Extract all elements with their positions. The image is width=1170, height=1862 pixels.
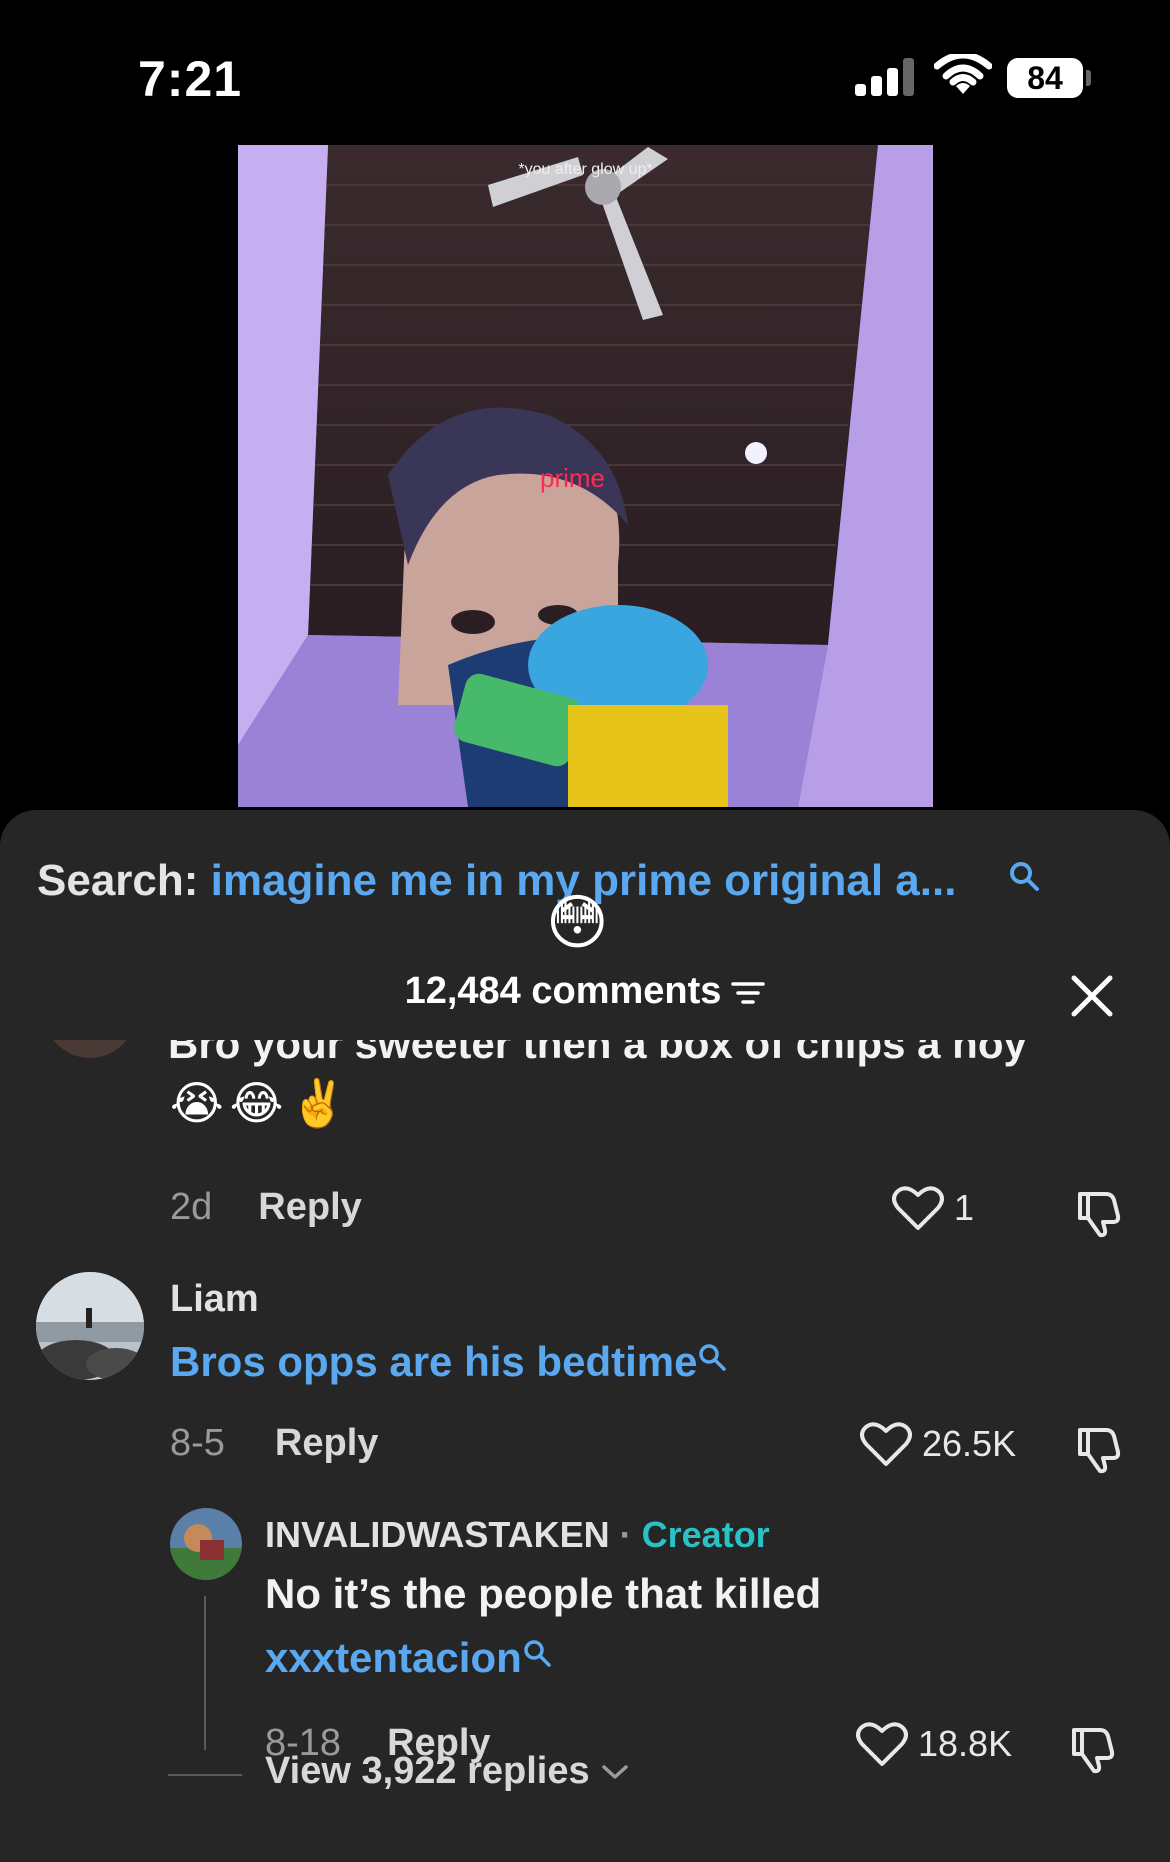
comment-emojis: 😭😂✌️ bbox=[170, 1077, 353, 1129]
heart-icon bbox=[860, 1422, 912, 1466]
comment-meta: 2d Reply bbox=[170, 1186, 362, 1229]
view-replies-label: View 3,922 replies bbox=[265, 1750, 590, 1792]
comment-username-row: INVALIDWASTAKEN · Creator bbox=[265, 1514, 770, 1556]
search-label: Search: bbox=[37, 856, 199, 905]
wifi-icon bbox=[934, 54, 992, 94]
screen: 7:21 84 *you after glow up* prime Search… bbox=[0, 0, 1170, 1862]
battery-icon: 84 bbox=[1007, 58, 1083, 98]
status-bar: 7:21 84 bbox=[0, 0, 1170, 150]
filter-icon[interactable] bbox=[731, 980, 766, 1006]
view-replies-button[interactable]: View 3,922 replies bbox=[265, 1750, 630, 1793]
like-button[interactable]: 1 bbox=[892, 1184, 974, 1232]
video-player[interactable]: *you after glow up* prime bbox=[238, 145, 933, 807]
signal-icon bbox=[855, 58, 917, 96]
heart-icon bbox=[892, 1186, 944, 1230]
heart-icon bbox=[856, 1722, 908, 1766]
flushed-emoji: 😳 bbox=[546, 889, 609, 956]
dislike-icon[interactable] bbox=[1072, 1424, 1122, 1474]
video-caption: *you after glow up* bbox=[518, 161, 653, 178]
like-button[interactable]: 26.5K bbox=[860, 1420, 1016, 1468]
divider bbox=[168, 1774, 242, 1776]
comment-username[interactable]: Liam bbox=[170, 1278, 259, 1321]
video-overlay-text: prime bbox=[540, 463, 606, 493]
dislike-icon[interactable] bbox=[1072, 1188, 1122, 1238]
comment-text: No it’s the people that killed bbox=[265, 1570, 822, 1617]
search-icon[interactable] bbox=[522, 1638, 552, 1668]
comment-username[interactable]: INVALIDWASTAKEN bbox=[265, 1514, 610, 1555]
thread-line bbox=[204, 1596, 206, 1750]
comments-sheet: Search: imagine me in my prime original … bbox=[0, 810, 1170, 1862]
comment-count: 12,484 comments bbox=[404, 970, 722, 1012]
comment-date: 8-5 bbox=[170, 1422, 225, 1464]
close-icon[interactable] bbox=[1070, 974, 1114, 1018]
creator-badge: Creator bbox=[641, 1514, 770, 1555]
avatar-image bbox=[36, 1272, 144, 1380]
search-icon[interactable] bbox=[697, 1342, 727, 1372]
search-icon[interactable] bbox=[1008, 860, 1040, 892]
comments-header: 12,484 comments bbox=[0, 970, 1170, 1013]
comment-link-row: xxxtentacion bbox=[265, 1634, 552, 1682]
comment-date: 2d bbox=[170, 1186, 213, 1228]
chevron-down-icon bbox=[601, 1764, 628, 1779]
separator: · bbox=[609, 1514, 642, 1555]
comment-search-link[interactable]: Bros opps are his bedtime bbox=[170, 1338, 697, 1385]
comment-meta: 8-5 Reply bbox=[170, 1422, 378, 1465]
battery-tip bbox=[1086, 70, 1091, 86]
comment-text: Bros opps are his bedtime bbox=[170, 1338, 727, 1386]
comment-text: Bro your sweeter then a box of chips a h… bbox=[168, 1040, 1027, 1067]
search-suggestion[interactable]: Search: imagine me in my prime original … bbox=[37, 856, 956, 906]
like-count: 26.5K bbox=[922, 1423, 1017, 1464]
comment-list[interactable]: Bro your sweeter then a box of chips a h… bbox=[0, 1040, 1170, 1862]
like-count: 1 bbox=[954, 1187, 975, 1228]
dislike-icon[interactable] bbox=[1066, 1724, 1116, 1774]
avatar[interactable] bbox=[170, 1508, 242, 1580]
avatar-image bbox=[170, 1508, 242, 1580]
comment-search-link[interactable]: xxxtentacion bbox=[265, 1634, 522, 1681]
avatar[interactable] bbox=[36, 1272, 144, 1380]
status-time: 7:21 bbox=[138, 51, 243, 107]
like-button[interactable]: 18.8K bbox=[856, 1720, 1012, 1768]
reply-button[interactable]: Reply bbox=[275, 1422, 378, 1465]
like-count: 18.8K bbox=[918, 1723, 1013, 1764]
reply-button[interactable]: Reply bbox=[258, 1186, 361, 1229]
avatar[interactable] bbox=[44, 1040, 136, 1058]
